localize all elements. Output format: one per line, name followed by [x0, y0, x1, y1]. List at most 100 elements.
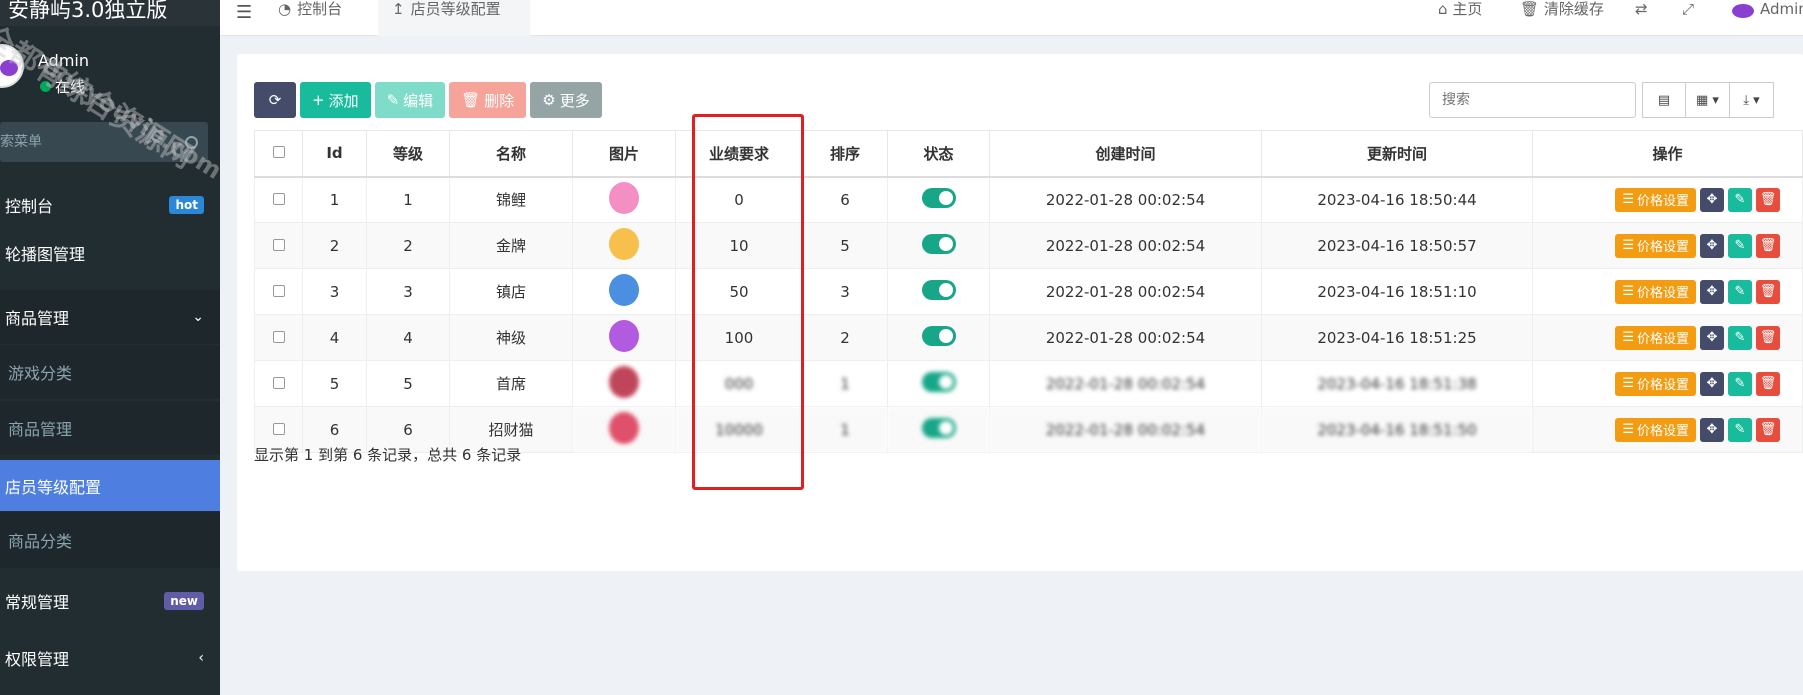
- row-checkbox[interactable]: [272, 284, 285, 297]
- col-sort[interactable]: 排序: [802, 130, 888, 178]
- row-delete-button[interactable]: 🗑: [1756, 233, 1780, 258]
- col-updated[interactable]: 更新时间: [1261, 130, 1533, 178]
- row-edit-button[interactable]: ✎: [1728, 279, 1752, 304]
- hamburger-icon[interactable]: ☰: [236, 2, 252, 23]
- table-row[interactable]: 3 3 镇店 50 3 2022-01-28 00:02:54 2023-04-…: [254, 268, 1803, 315]
- col-name[interactable]: 名称: [449, 130, 573, 178]
- export-button[interactable]: ⤓ ▾: [1730, 82, 1774, 118]
- row-checkbox[interactable]: [272, 422, 285, 435]
- status-toggle[interactable]: [921, 325, 956, 346]
- row-checkbox[interactable]: [272, 192, 285, 205]
- col-status[interactable]: 状态: [887, 130, 990, 178]
- row-select-cell[interactable]: [254, 314, 303, 361]
- drag-move-button[interactable]: ✥: [1700, 371, 1724, 396]
- drag-move-button[interactable]: ✥: [1700, 325, 1724, 350]
- refresh-button[interactable]: ⟳: [254, 82, 296, 118]
- edit-button[interactable]: ✎ 编辑: [374, 82, 446, 118]
- drag-move-button[interactable]: ✥: [1700, 233, 1724, 258]
- col-image[interactable]: 图片: [572, 130, 676, 178]
- status-toggle[interactable]: [921, 187, 956, 208]
- status-toggle[interactable]: [921, 371, 956, 392]
- search-icon[interactable]: [185, 135, 198, 149]
- image-cell[interactable]: [572, 176, 676, 223]
- row-edit-button[interactable]: ✎: [1728, 187, 1752, 212]
- status-toggle[interactable]: [921, 417, 956, 438]
- table-row[interactable]: 1 1 锦鲤 0 6 2022-01-28 00:02:54 2023-04-1…: [254, 176, 1803, 223]
- price-settings-button[interactable]: ☰ 价格设置: [1615, 187, 1696, 212]
- sidebar-item-goods-sub[interactable]: 商品管理: [0, 401, 220, 455]
- image-cell[interactable]: [572, 360, 676, 407]
- status-cell[interactable]: [887, 222, 990, 269]
- status-cell[interactable]: [887, 176, 990, 223]
- table-row[interactable]: 5 5 首席 000 1 2022-01-28 00:02:54 2023-04…: [254, 360, 1803, 407]
- col-created[interactable]: 创建时间: [989, 130, 1262, 178]
- row-delete-button[interactable]: 🗑: [1756, 279, 1780, 304]
- drag-move-button[interactable]: ✥: [1700, 187, 1724, 212]
- row-select-cell[interactable]: [254, 222, 303, 269]
- row-edit-button[interactable]: ✎: [1728, 417, 1752, 442]
- tab-dashboard[interactable]: ◔ 控制台: [264, 0, 356, 36]
- row-delete-button[interactable]: 🗑: [1756, 371, 1780, 396]
- row-select-cell[interactable]: [254, 176, 303, 223]
- table-search-input[interactable]: [1429, 82, 1636, 118]
- image-cell[interactable]: [572, 268, 676, 315]
- delete-button[interactable]: 🗑 删除: [449, 82, 527, 118]
- image-cell[interactable]: [572, 406, 676, 453]
- sidebar-item-goods[interactable]: 商品管理 ⌄: [0, 290, 220, 344]
- sidebar-item-general[interactable]: 常规管理 new: [0, 574, 220, 628]
- row-edit-button[interactable]: ✎: [1728, 233, 1752, 258]
- level-badge-image[interactable]: [609, 411, 639, 444]
- status-cell[interactable]: [887, 406, 990, 453]
- sidebar-item-carousel[interactable]: 轮播图管理: [0, 225, 220, 281]
- table-row[interactable]: 2 2 金牌 10 5 2022-01-28 00:02:54 2023-04-…: [254, 222, 1803, 269]
- add-button[interactable]: + 添加: [300, 82, 371, 118]
- price-settings-button[interactable]: ☰ 价格设置: [1615, 279, 1696, 304]
- drag-move-button[interactable]: ✥: [1700, 417, 1724, 442]
- col-level[interactable]: 等级: [366, 130, 450, 178]
- row-delete-button[interactable]: 🗑: [1756, 187, 1780, 212]
- row-delete-button[interactable]: 🗑: [1756, 417, 1780, 442]
- level-badge-image[interactable]: [609, 227, 639, 260]
- row-edit-button[interactable]: ✎: [1728, 325, 1752, 350]
- row-checkbox[interactable]: [272, 376, 285, 389]
- menu-search-input[interactable]: 搜索菜单: [0, 122, 208, 162]
- select-all-checkbox[interactable]: [272, 146, 285, 159]
- price-settings-button[interactable]: ☰ 价格设置: [1615, 233, 1696, 258]
- col-id[interactable]: Id: [302, 130, 367, 178]
- price-settings-button[interactable]: ☰ 价格设置: [1615, 417, 1696, 442]
- status-cell[interactable]: [887, 314, 990, 361]
- row-select-cell[interactable]: [254, 268, 303, 315]
- status-cell[interactable]: [887, 268, 990, 315]
- card-view-button[interactable]: ▤: [1642, 82, 1686, 118]
- tab-staff-level[interactable]: ↥ 店员等级配置: [378, 0, 530, 36]
- level-badge-image[interactable]: [609, 181, 639, 214]
- level-badge-image[interactable]: [609, 319, 639, 352]
- status-toggle[interactable]: [921, 233, 956, 254]
- sidebar-item-auth[interactable]: 权限管理 ‹: [0, 631, 220, 685]
- level-badge-image[interactable]: [609, 273, 639, 306]
- language-icon[interactable]: ⇄: [1635, 0, 1648, 18]
- row-select-cell[interactable]: [254, 360, 303, 407]
- row-delete-button[interactable]: 🗑: [1756, 325, 1780, 350]
- level-badge-image[interactable]: [609, 365, 639, 398]
- admin-menu[interactable]: Admin: [1732, 0, 1803, 18]
- row-checkbox[interactable]: [272, 238, 285, 251]
- table-row[interactable]: 4 4 神级 100 2 2022-01-28 00:02:54 2023-04…: [254, 314, 1803, 361]
- select-all-cell[interactable]: [254, 130, 303, 178]
- sidebar-item-staff-level[interactable]: 店员等级配置: [0, 460, 220, 511]
- drag-move-button[interactable]: ✥: [1700, 279, 1724, 304]
- row-checkbox[interactable]: [272, 330, 285, 343]
- home-link[interactable]: ⌂ 主页: [1438, 0, 1482, 18]
- image-cell[interactable]: [572, 222, 676, 269]
- price-settings-button[interactable]: ☰ 价格设置: [1615, 371, 1696, 396]
- sidebar-item-dashboard[interactable]: 控制台 hot: [0, 178, 220, 232]
- sidebar-item-goods-category[interactable]: 商品分类: [0, 512, 220, 568]
- image-cell[interactable]: [572, 314, 676, 361]
- clear-cache-link[interactable]: 🗑 清除缓存: [1520, 0, 1604, 18]
- fullscreen-icon[interactable]: ⤢: [1682, 0, 1694, 18]
- columns-button[interactable]: ▦ ▾: [1686, 82, 1730, 118]
- status-toggle[interactable]: [921, 279, 956, 300]
- row-edit-button[interactable]: ✎: [1728, 371, 1752, 396]
- status-cell[interactable]: [887, 360, 990, 407]
- price-settings-button[interactable]: ☰ 价格设置: [1615, 325, 1696, 350]
